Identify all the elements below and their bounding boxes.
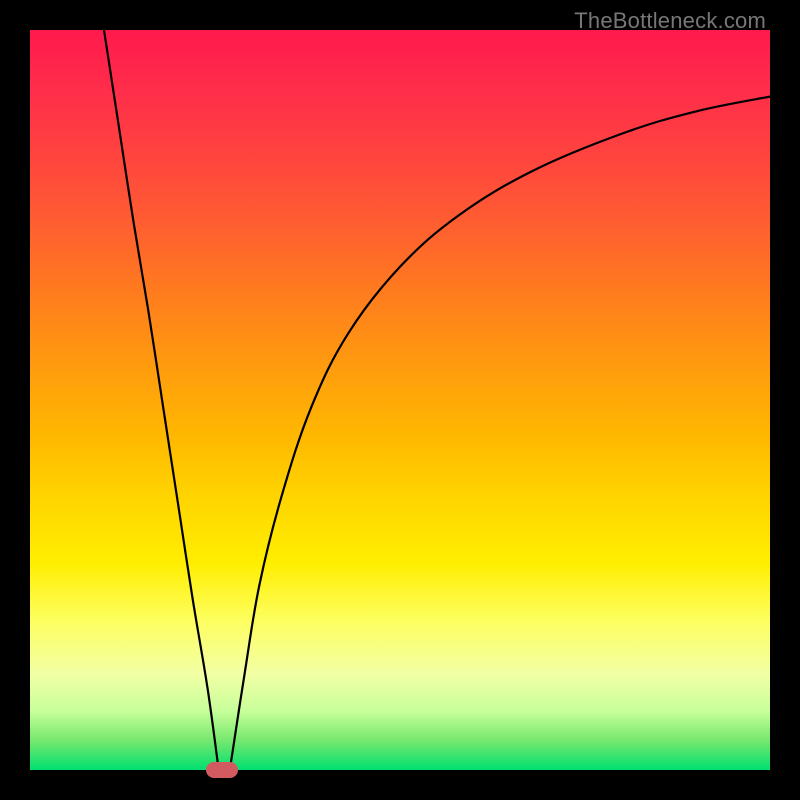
curve-left-branch: [104, 30, 219, 770]
watermark-text: TheBottleneck.com: [574, 8, 766, 34]
chart-frame: TheBottleneck.com: [0, 0, 800, 800]
bottleneck-curve: [30, 30, 770, 770]
plot-area: [30, 30, 770, 770]
curve-right-branch: [230, 97, 770, 770]
optimal-marker: [206, 762, 238, 778]
